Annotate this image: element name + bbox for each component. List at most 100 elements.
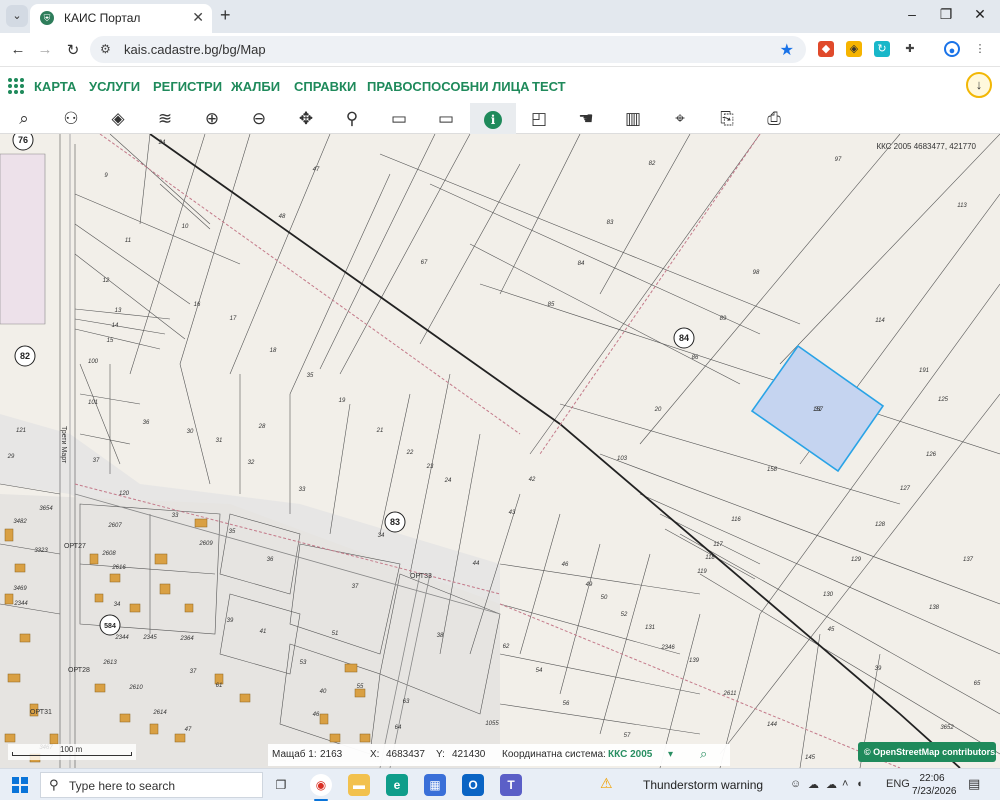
parcel-number-label: 24	[158, 140, 166, 146]
weather-text[interactable]: Thunderstorm warning	[643, 778, 763, 792]
taskbar-search-box[interactable]: ⚲ Type here to search	[40, 772, 263, 798]
menu-item-test[interactable]: ТЕСТ	[532, 79, 566, 94]
extensions-puzzle-icon[interactable]: ✚	[902, 41, 918, 57]
pan-move-icon[interactable]: ✥	[292, 108, 320, 130]
chrome-icon[interactable]: ◉	[310, 774, 332, 801]
extension-wallet-icon[interactable]: ◈	[846, 41, 862, 57]
kais-favicon-icon: ⛨	[40, 11, 54, 25]
layers-icon[interactable]: ≋	[151, 108, 179, 130]
volume-icon[interactable]: ◖	[856, 778, 863, 790]
hand-icon[interactable]: ☚	[572, 108, 600, 130]
coordinate-readout: ККС 2005 4683477, 421770	[876, 142, 976, 151]
notifications-icon[interactable]: ▤	[968, 776, 980, 792]
forward-button[interactable]: →	[35, 41, 55, 58]
map-book-icon[interactable]: ▥	[619, 108, 647, 130]
clock[interactable]: 22:06 7/23/2026	[912, 772, 957, 798]
tab-title: КАИС Портал	[64, 11, 141, 25]
show-hidden-icons[interactable]: ˄	[842, 778, 848, 790]
teams-icon[interactable]: T	[500, 774, 522, 796]
windows-start-icon[interactable]	[12, 777, 28, 793]
site-info-icon[interactable]: ⚙	[100, 42, 111, 56]
region-label: 84	[679, 333, 689, 343]
weather-warning-icon[interactable]: ⚠	[600, 775, 613, 792]
zone-boundary-line-2	[539, 134, 761, 455]
map-toolbar: ⌕ ⚇ ◈ ≋ ⊕ ⊖ ✥ ⚲ ▭ ▭ i ◰ ☚ ▥ ⌖ ⎘ ⎙	[0, 103, 1000, 134]
parcel-number-label: 65	[974, 681, 981, 687]
map-canvas[interactable]: 76 82 84 83 584 244782971139104867831184…	[0, 134, 1000, 768]
menu-item-references[interactable]: СПРАВКИ	[294, 79, 356, 94]
parcel-number-label: 2344	[114, 635, 129, 641]
store-icon[interactable]: ▦	[424, 774, 446, 796]
tab-close-icon[interactable]: ✕	[192, 9, 204, 26]
people-icon[interactable]: ☺	[790, 778, 801, 790]
download-icon[interactable]: ↓	[966, 72, 992, 98]
parcel-number-label: 158	[767, 467, 778, 473]
menu-item-complaints[interactable]: ЖАЛБИ	[231, 79, 280, 94]
parcel-number-label: 52	[621, 612, 628, 618]
zoom-in-icon[interactable]: ⊕	[198, 108, 226, 130]
onedrive-icon[interactable]: ☁	[808, 778, 819, 791]
coordinate-system-select[interactable]: ККС 2005	[608, 749, 652, 760]
parcel-number-label: 63	[403, 699, 410, 705]
osm-attribution[interactable]: © OpenStreetMap contributors.	[858, 742, 998, 762]
parcel-number-label: 24	[444, 478, 452, 484]
tab-search-button[interactable]: ⌄	[6, 5, 28, 27]
extension-fox-icon[interactable]: ◆	[818, 41, 834, 57]
measure-icon[interactable]: ◰	[525, 108, 553, 130]
parcel-number-label: 2608	[101, 551, 116, 557]
parcel-number-label: 42	[529, 477, 536, 483]
zoom-out-icon[interactable]: ⊖	[245, 108, 273, 130]
parcel-number-label: 118	[705, 555, 715, 561]
parcel-number-label: 138	[929, 605, 940, 611]
back-button[interactable]: ←	[8, 41, 28, 58]
menu-item-qualified-persons[interactable]: ПРАВОСПОСОБНИ ЛИЦА	[367, 79, 530, 94]
browser-tab[interactable]: ⛨ КАИС Портал ✕	[30, 4, 212, 33]
cadastral-map[interactable]: 76 82 84 83 584 24 47 82 97 113 9 10 48 67 83 11 84…	[0, 134, 1000, 768]
parcel-number-label: 35	[229, 529, 236, 535]
location-pin-icon[interactable]: ⚲	[338, 108, 366, 130]
parcel-number-label: 30	[187, 429, 194, 435]
parcel-number-label: 1055	[485, 721, 499, 727]
language-indicator[interactable]: ENG	[886, 778, 910, 790]
close-window-icon[interactable]: ✕	[970, 6, 990, 23]
reload-button[interactable]: ↻	[63, 41, 83, 59]
apps-grid-icon[interactable]	[8, 78, 24, 94]
scale-value[interactable]: 2163	[320, 749, 342, 760]
crosshair-icon[interactable]: ⌖	[666, 108, 694, 130]
locate-search-icon[interactable]: ⌕	[700, 746, 707, 762]
parcel-number-label: 2616	[111, 565, 126, 571]
select-rectangle-add-icon[interactable]: ▭	[385, 108, 413, 130]
omnibox[interactable]: ⚙ kais.cadastre.bg/bg/Map ★	[90, 36, 806, 63]
address-bar-row: ← → ↻ ⚙ kais.cadastre.bg/bg/Map ★ ◆ ◈ ↻ …	[0, 33, 1000, 66]
bookmark-star-icon[interactable]: ★	[780, 40, 794, 60]
search-icon[interactable]: ⌕	[10, 108, 38, 130]
profile-icon[interactable]: ●	[944, 41, 960, 57]
file-explorer-icon[interactable]: ▬	[348, 774, 370, 796]
region-label: 83	[390, 517, 400, 527]
select-rectangle-remove-icon[interactable]: ▭	[432, 108, 460, 130]
basemap-layers-icon[interactable]: ◈	[104, 108, 132, 130]
cloud-icon[interactable]: ☁	[826, 778, 837, 791]
task-view-icon[interactable]: ❐	[270, 774, 292, 796]
parcel-number-label: 47	[185, 727, 192, 733]
parcel-number-label: 31	[216, 438, 223, 444]
identify-info-icon[interactable]: i	[470, 103, 516, 134]
parcel-number-label: 48	[279, 214, 286, 220]
parcel-number-label: 19	[339, 398, 346, 404]
outlook-icon[interactable]: O	[462, 774, 484, 796]
network-tree-icon[interactable]: ⚇	[57, 108, 85, 130]
menu-item-map[interactable]: КАРТА	[34, 79, 76, 94]
new-tab-button[interactable]: +	[220, 5, 231, 26]
browser-menu-icon[interactable]: ⋮	[972, 41, 988, 57]
print-icon[interactable]: ⎙	[760, 108, 788, 130]
extension-refresh-icon[interactable]: ↻	[874, 41, 890, 57]
parcel-number-label: 38	[437, 633, 444, 639]
export-icon[interactable]: ⎘	[713, 108, 741, 130]
restore-icon[interactable]: ❐	[936, 6, 956, 23]
menu-item-registers[interactable]: РЕГИСТРИ	[153, 79, 222, 94]
minimize-icon[interactable]: –	[902, 6, 922, 22]
url-text[interactable]: kais.cadastre.bg/bg/Map	[124, 42, 266, 57]
edge-icon[interactable]: e	[386, 774, 408, 796]
chevron-down-icon[interactable]: ▾	[668, 749, 673, 760]
menu-item-services[interactable]: УСЛУГИ	[89, 79, 140, 94]
